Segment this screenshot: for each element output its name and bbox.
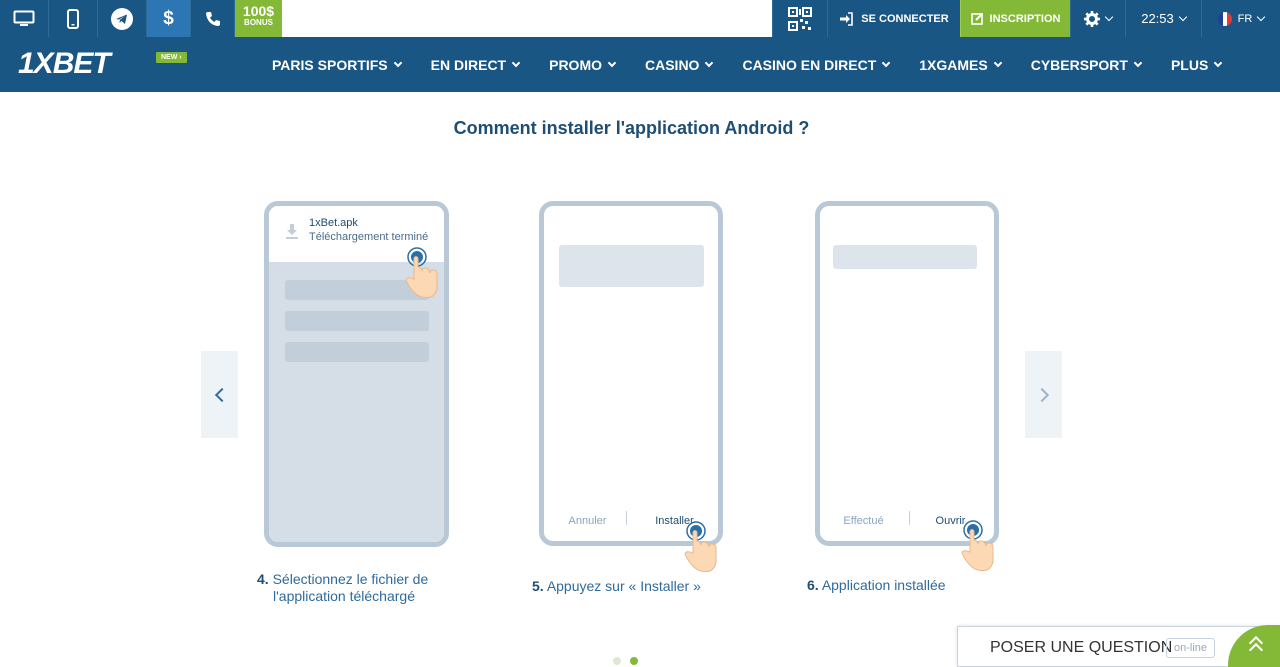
- main-nav: 1XBET NEW › PARIS SPORTIFS EN DIRECT PRO…: [0, 37, 1280, 92]
- file-status: Téléchargement terminé: [309, 231, 429, 243]
- placeholder-line: [285, 311, 429, 331]
- chevron-left-icon: [214, 387, 229, 402]
- carousel-dot-active[interactable]: [630, 657, 638, 665]
- nav-item-promo[interactable]: PROMO: [549, 57, 617, 73]
- chevron-down-icon: [393, 58, 402, 67]
- chevron-down-icon: [993, 58, 1002, 67]
- nav-item-casino[interactable]: CASINO: [645, 57, 714, 73]
- bonus-amount: 100$: [242, 3, 275, 19]
- tap-hand-icon: [405, 247, 438, 299]
- top-bar: $ 100$ BONUS SE CONNECTER INSCRIPTION 22…: [0, 0, 1280, 37]
- placeholder-block: [559, 245, 704, 287]
- step-5-caption: 5. Appuyez sur « Installer »: [532, 578, 701, 595]
- phone-illustration-step-6: Effectué Ouvrir: [815, 201, 999, 546]
- login-icon: [840, 11, 854, 26]
- new-badge: NEW ›: [156, 52, 187, 63]
- language-label: FR: [1237, 12, 1253, 25]
- ask-question-widget[interactable]: POSER UNE QUESTION on-line: [957, 625, 1280, 667]
- carousel-prev-button[interactable]: [201, 351, 238, 438]
- step-number: 5.: [532, 578, 544, 594]
- step-6-caption: 6. Application installée: [807, 577, 946, 594]
- divider: [626, 511, 627, 525]
- placeholder-block: [833, 245, 977, 269]
- nav-menu: PARIS SPORTIFS EN DIRECT PROMO CASINO CA…: [272, 37, 1251, 92]
- online-status-badge: on-line: [1166, 638, 1216, 658]
- placeholder-line: [285, 342, 429, 362]
- tap-hand-icon: [684, 521, 717, 573]
- qr-code-button[interactable]: [772, 0, 827, 37]
- login-button[interactable]: SE CONNECTER: [827, 0, 960, 37]
- france-flag-icon: [1217, 11, 1232, 26]
- chevron-down-icon: [1214, 58, 1223, 67]
- carousel-dots: [613, 657, 638, 665]
- settings-button[interactable]: [1070, 0, 1125, 37]
- chevron-down-icon: [1104, 12, 1114, 21]
- chevron-down-icon: [1133, 58, 1143, 67]
- desktop-icon[interactable]: [0, 0, 49, 37]
- mobile-icon[interactable]: [49, 0, 98, 37]
- register-button[interactable]: INSCRIPTION: [960, 0, 1070, 37]
- file-name: 1xBet.apk: [309, 217, 358, 229]
- step-text: Appuyez sur « Installer »: [546, 578, 701, 594]
- telegram-icon[interactable]: [98, 0, 147, 37]
- nav-item-casino-en-direct[interactable]: CASINO EN DIRECT: [742, 57, 891, 73]
- step-text: Sélectionnez le fichier de: [272, 571, 429, 587]
- ask-question-label: POSER UNE QUESTION: [990, 639, 1173, 656]
- nav-item-cybersport[interactable]: CYBERSPORT: [1031, 57, 1143, 73]
- done-label: Effectué: [843, 515, 884, 527]
- tap-hand-icon: [961, 520, 994, 572]
- step-number: 6.: [807, 577, 819, 593]
- bonus-label: BONUS: [244, 18, 273, 27]
- nav-item-plus[interactable]: PLUS: [1171, 57, 1223, 73]
- gear-icon: [1084, 10, 1100, 27]
- nav-item-en-direct[interactable]: EN DIRECT: [431, 57, 521, 73]
- step-4-caption: 4. Sélectionnez le fichier de l'applicat…: [257, 571, 428, 605]
- chevron-down-icon: [705, 58, 714, 67]
- nav-item-1xgames[interactable]: 1XGAMES: [919, 57, 1002, 73]
- qr-code-icon: [788, 6, 812, 31]
- register-label: INSCRIPTION: [989, 12, 1061, 25]
- chevron-down-icon: [882, 58, 891, 67]
- chevron-right-icon: [1034, 387, 1049, 402]
- login-label: SE CONNECTER: [861, 12, 949, 25]
- dollar-icon[interactable]: $: [147, 0, 191, 37]
- step-number: 4.: [257, 571, 269, 587]
- phone-screen-background: [269, 262, 444, 542]
- nav-item-paris-sportifs[interactable]: PARIS SPORTIFS: [272, 57, 402, 73]
- step-text: l'application téléchargé: [273, 588, 415, 604]
- cancel-label: Annuler: [568, 515, 607, 527]
- step-text: Application installée: [821, 577, 946, 593]
- logo[interactable]: 1XBET: [18, 47, 111, 81]
- language-selector[interactable]: FR: [1201, 0, 1280, 37]
- chevron-down-icon: [1178, 12, 1188, 21]
- chevron-down-icon: [1257, 12, 1266, 21]
- time-label: 22:53: [1141, 11, 1174, 26]
- page-title: Comment installer l'application Android …: [453, 118, 810, 138]
- divider: [909, 511, 910, 525]
- download-icon: [286, 224, 298, 239]
- phone-illustration-step-5: Annuler Installer: [539, 201, 723, 546]
- edit-icon: [970, 12, 983, 25]
- chevron-down-icon: [607, 58, 617, 67]
- bonus-badge[interactable]: 100$ BONUS: [235, 0, 282, 37]
- carousel-next-button[interactable]: [1025, 351, 1062, 438]
- scroll-up-button[interactable]: [1228, 625, 1280, 667]
- phone-icon[interactable]: [191, 0, 235, 37]
- chevron-down-icon: [511, 58, 521, 67]
- time-display[interactable]: 22:53: [1125, 0, 1201, 37]
- carousel-dot[interactable]: [613, 657, 621, 665]
